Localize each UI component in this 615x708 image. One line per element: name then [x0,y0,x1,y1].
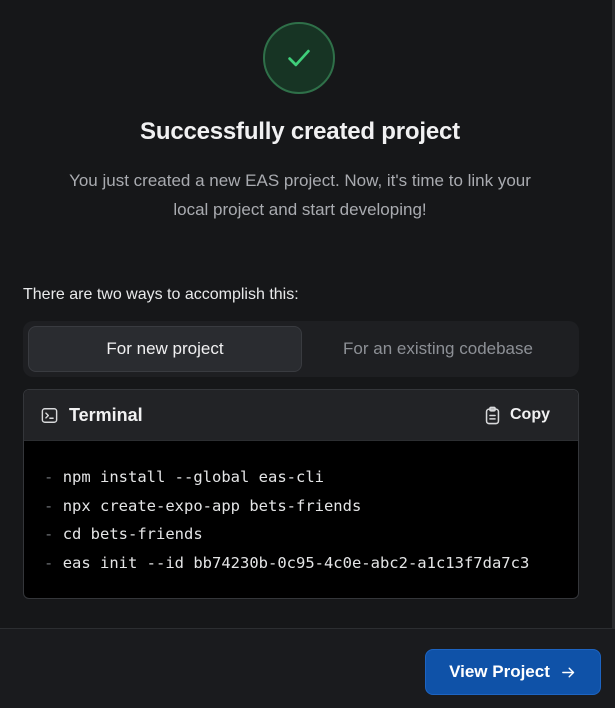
terminal-body: - npm install --global eas-cli - npx cre… [24,441,578,577]
command-text: eas init --id bb74230b-0c95-4c0e-abc2-a1… [62,553,530,572]
command-line: - cd bets-friends [44,520,578,549]
command-text: npm install --global eas-cli [62,468,324,486]
create-project-success-page: Successfully created project You just cr… [0,0,615,708]
project-type-tabs: For new project For an existing codebase [23,321,579,377]
view-project-label: View Project [449,662,550,681]
command-prefix: - [44,468,54,486]
copy-button[interactable]: Copy [474,400,562,431]
page-subtitle: You just created a new EAS project. Now,… [69,171,531,219]
terminal-icon [41,407,58,423]
terminal-panel: Terminal Copy - npm install --global eas… [23,389,579,599]
terminal-title: Terminal [69,404,143,425]
terminal-header: Terminal Copy [24,390,578,441]
command-text: cd bets-friends [62,525,203,543]
command-line: - eas init --id bb74230b-0c95-4c0e-abc2-… [44,549,578,578]
command-prefix: - [44,525,54,543]
arrow-right-icon [562,667,575,677]
page-title: Successfully created project [140,118,460,145]
scrollbar-track[interactable] [611,0,615,628]
command-text: npx create-expo-app bets-friends [62,496,362,515]
success-badge [263,22,335,94]
view-project-button[interactable]: View Project [425,649,601,695]
command-line: - npm install --global eas-cli [44,463,578,492]
clipboard-icon [485,406,500,424]
tab-existing-codebase[interactable]: For an existing codebase [302,326,574,372]
footer-bar: View Project [0,628,615,708]
terminal-heading: Terminal [40,405,143,426]
command-line: - npx create-expo-app bets-friends [44,492,578,521]
tab-new-project[interactable]: For new project [28,326,302,372]
command-prefix: - [44,496,54,515]
command-prefix: - [44,553,54,572]
copy-label: Copy [510,406,550,423]
check-icon [288,49,310,67]
ways-label: There are two ways to accomplish this: [23,286,299,303]
